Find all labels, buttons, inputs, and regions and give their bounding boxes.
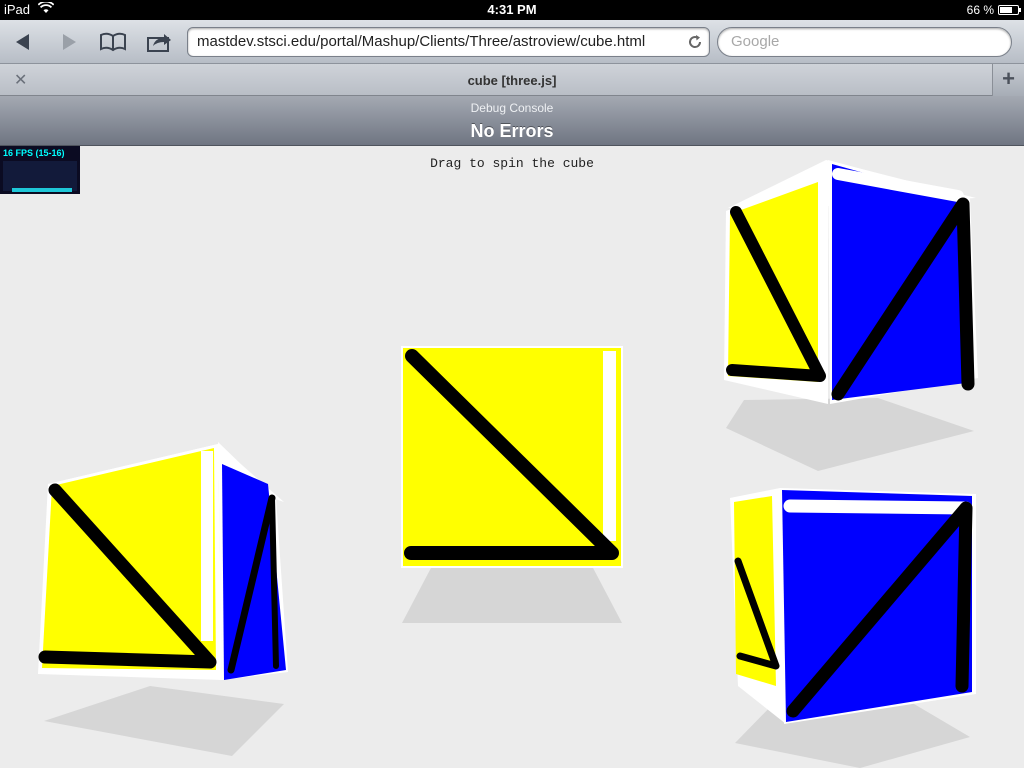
back-button[interactable]: [6, 28, 40, 56]
cube[interactable]: [730, 488, 976, 724]
share-icon: [147, 34, 171, 52]
battery-percentage: 66 %: [966, 3, 994, 17]
status-bar: iPad 4:31 PM 66 %: [0, 0, 1024, 20]
cube[interactable]: [724, 160, 978, 404]
share-button[interactable]: [142, 28, 176, 56]
fps-bar: [12, 188, 72, 192]
debug-console-status: No Errors: [470, 121, 554, 141]
reload-icon[interactable]: [687, 28, 703, 59]
book-icon: [100, 32, 126, 52]
debug-console-title: Debug Console: [470, 101, 554, 115]
address-bar[interactable]: mastdev.stsci.edu/portal/Mashup/Clients/…: [187, 27, 710, 57]
browser-toolbar: mastdev.stsci.edu/portal/Mashup/Clients/…: [0, 20, 1024, 64]
forward-button[interactable]: [52, 28, 86, 56]
cube-shadow: [726, 398, 974, 471]
battery-icon: [998, 5, 1021, 15]
url-text: mastdev.stsci.edu/portal/Mashup/Clients/…: [197, 33, 646, 50]
bookmarks-button[interactable]: [96, 28, 130, 56]
tab-bar: ✕ cube [three.js] +: [0, 64, 1024, 96]
forward-arrow-icon: [63, 34, 76, 50]
cube[interactable]: [38, 442, 288, 680]
page-content: 16 FPS (15-16) Drag to spin the cube: [0, 146, 1024, 768]
new-tab-button[interactable]: +: [992, 64, 1024, 96]
tab-title[interactable]: cube [three.js]: [0, 73, 1024, 88]
cube[interactable]: [401, 346, 623, 568]
search-input[interactable]: Google: [717, 27, 1012, 57]
debug-console[interactable]: Debug Console No Errors: [0, 96, 1024, 146]
cube-shadow: [402, 566, 622, 623]
cube-canvas[interactable]: [0, 146, 1024, 768]
instruction-text: Drag to spin the cube: [430, 156, 594, 171]
cube-shadow: [44, 686, 284, 756]
back-arrow-icon: [16, 34, 29, 50]
clock: 4:31 PM: [487, 2, 537, 17]
search-placeholder: Google: [731, 33, 780, 50]
